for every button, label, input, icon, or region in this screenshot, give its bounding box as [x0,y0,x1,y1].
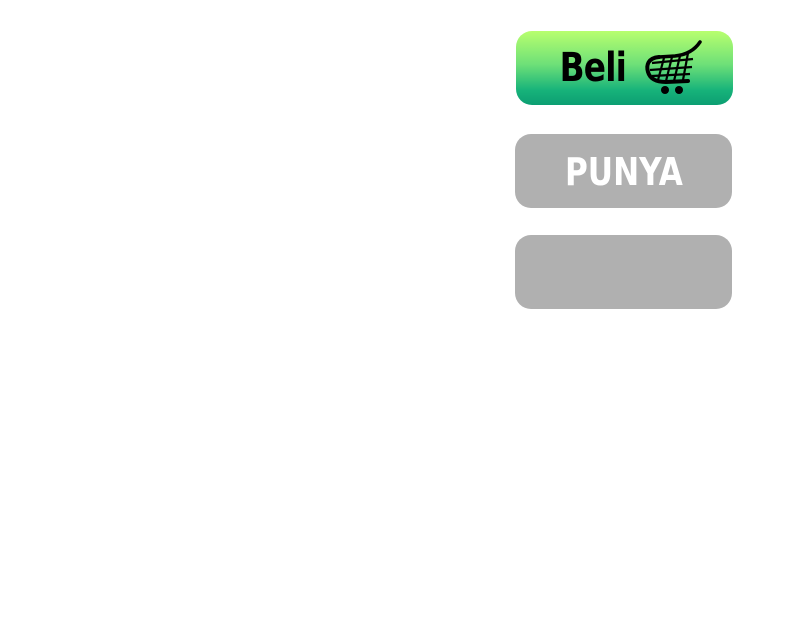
buy-button-label: Beli [559,45,627,91]
buy-button[interactable]: Beli [516,31,733,105]
empty-button[interactable] [515,235,732,309]
owned-button-label: PUNYA [564,150,683,194]
screen: Beli PUNYA [0,0,785,622]
shopping-cart-icon [645,40,702,94]
owned-button[interactable]: PUNYA [515,134,732,208]
